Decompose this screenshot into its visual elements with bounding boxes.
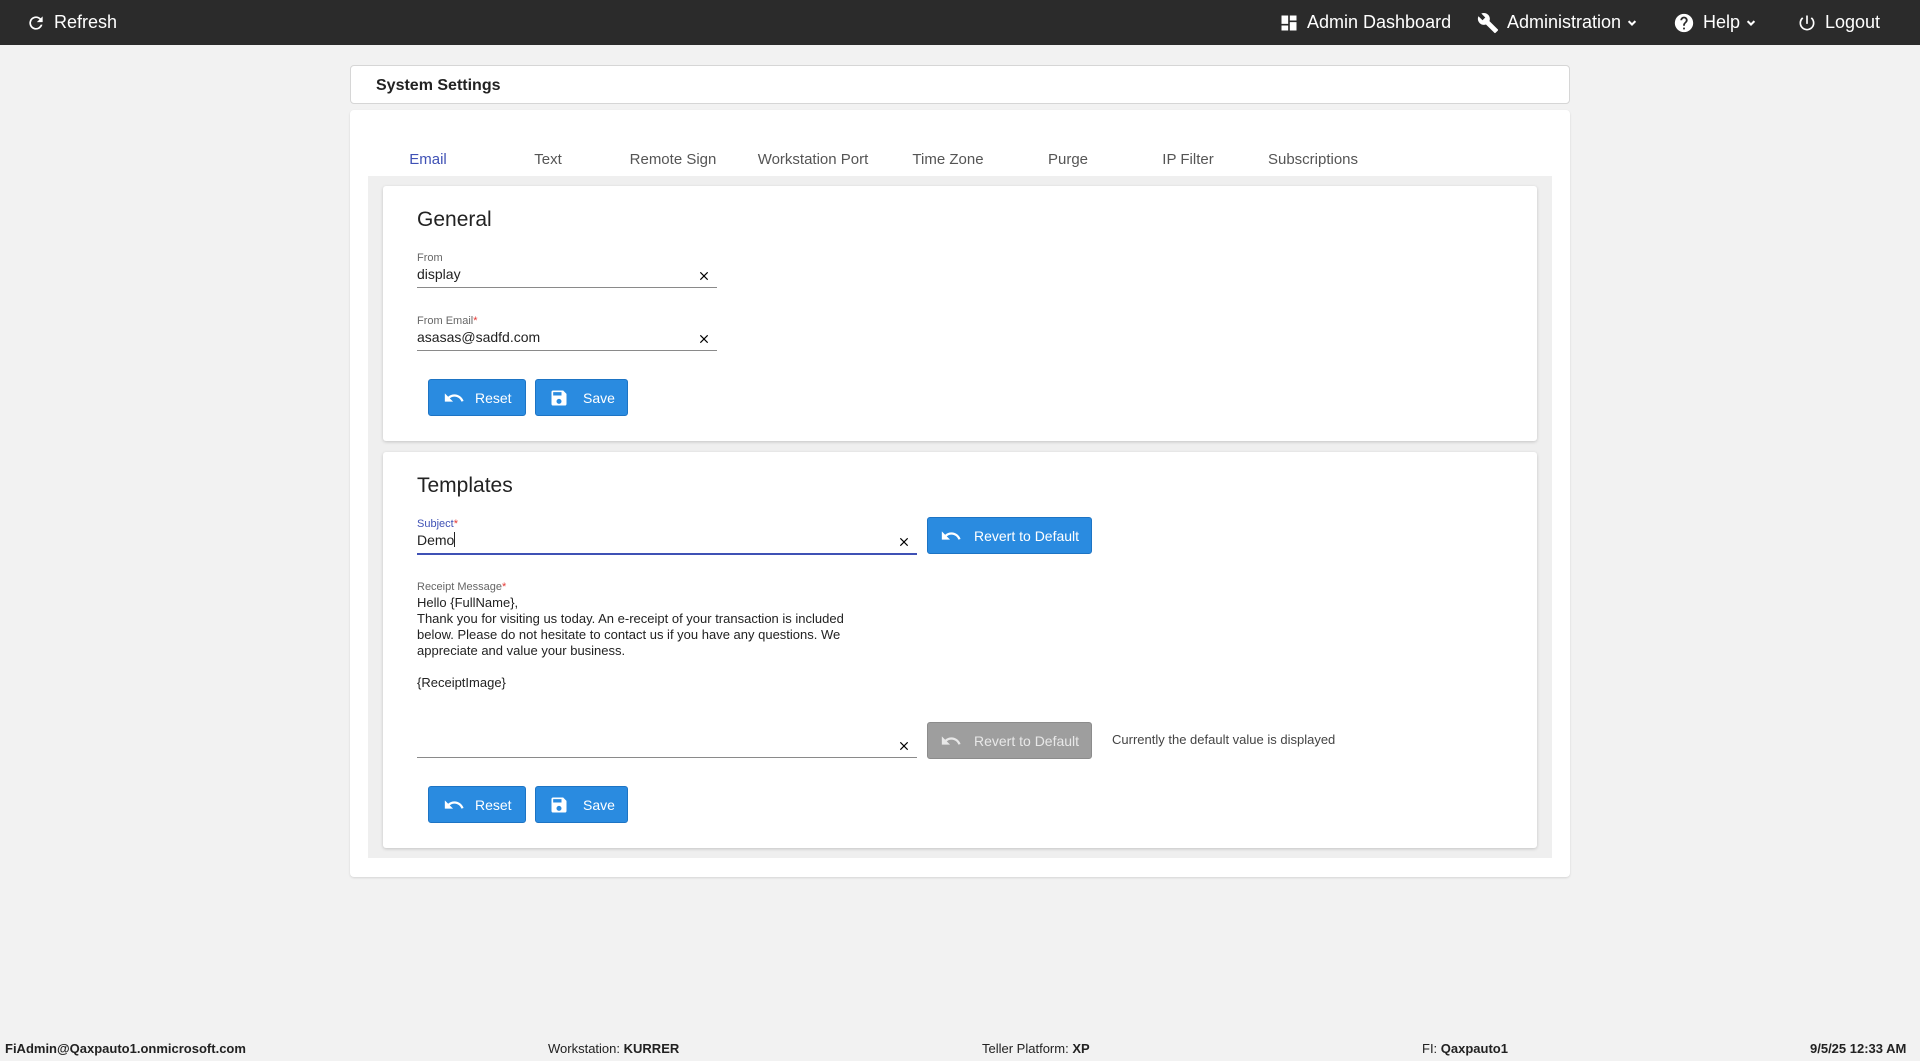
help-icon xyxy=(1674,13,1694,32)
from-email-input[interactable]: asasas@sadfd.com xyxy=(417,329,540,345)
undo-icon xyxy=(941,735,961,745)
templates-save-button[interactable]: Save xyxy=(535,786,628,823)
from-email-label: From Email* xyxy=(417,315,478,327)
templates-section: Templates Subject* Demo Revert to Defaul… xyxy=(383,452,1537,848)
top-navigation-bar: Refresh Admin Dashboard Administration H… xyxy=(0,0,1920,45)
save-icon xyxy=(551,390,567,405)
general-title: General xyxy=(417,208,492,231)
from-email-field[interactable]: From Email* asasas@sadfd.com xyxy=(417,315,717,351)
receipt-message-label: Receipt Message* xyxy=(417,581,507,593)
footer-user: FiAdmin@Qaxpauto1.onmicrosoft.com xyxy=(5,1041,246,1056)
settings-header: System Settings xyxy=(350,65,1570,104)
from-field[interactable]: From display xyxy=(417,252,717,288)
subject-input[interactable]: Demo xyxy=(417,532,456,548)
subject-label: Subject* xyxy=(417,518,458,530)
refresh-icon xyxy=(29,15,43,30)
footer-fi: FI: Qaxpauto1 xyxy=(1422,1041,1508,1056)
clear-icon[interactable] xyxy=(697,269,711,283)
chevron-down-icon xyxy=(1746,19,1756,26)
from-label: From xyxy=(417,252,443,264)
save-icon xyxy=(551,797,567,812)
footer-datetime: 9/5/25 12:33 AM xyxy=(1810,1041,1907,1056)
undo-icon xyxy=(444,392,464,402)
help-menu[interactable]: Help xyxy=(1673,0,1758,45)
administration-label: Administration xyxy=(1507,12,1622,32)
default-value-note: Currently the default value is displayed xyxy=(1112,732,1336,747)
refresh-label: Refresh xyxy=(54,12,118,32)
status-footer: FiAdmin@Qaxpauto1.onmicrosoft.com Workst… xyxy=(0,1035,1920,1061)
clear-icon[interactable] xyxy=(897,535,911,549)
general-save-button[interactable]: Save xyxy=(535,379,628,416)
admin-dashboard-link[interactable]: Admin Dashboard xyxy=(1279,0,1451,45)
chevron-down-icon xyxy=(1627,19,1637,26)
logout-button[interactable]: Logout xyxy=(1797,0,1880,45)
clear-icon[interactable] xyxy=(697,332,711,346)
receipt-message-field[interactable]: Receipt Message* Hello {FullName}, Thank… xyxy=(417,581,917,758)
wrench-icon xyxy=(1477,12,1499,33)
from-input[interactable]: display xyxy=(417,266,461,282)
dashboard-icon xyxy=(1281,15,1297,30)
general-section: General From display From Email* asasas@… xyxy=(383,186,1537,441)
refresh-button[interactable]: Refresh xyxy=(26,0,117,45)
templates-reset-button[interactable]: Reset xyxy=(428,786,526,823)
undo-icon xyxy=(941,530,961,540)
administration-menu[interactable]: Administration xyxy=(1477,0,1639,45)
admin-dashboard-label: Admin Dashboard xyxy=(1307,12,1452,32)
logout-label: Logout xyxy=(1825,12,1881,32)
receipt-revert-button[interactable]: Revert to Default xyxy=(927,722,1092,759)
power-icon xyxy=(1799,15,1815,30)
footer-workstation: Workstation: KURRER xyxy=(548,1041,680,1056)
subject-revert-button[interactable]: Revert to Default xyxy=(927,517,1092,554)
page-title: System Settings xyxy=(376,77,501,94)
receipt-message-textarea[interactable]: Hello {FullName}, Thank you for visiting… xyxy=(417,595,844,691)
undo-icon xyxy=(444,799,464,809)
footer-teller-platform: Teller Platform: XP xyxy=(982,1041,1090,1056)
templates-title: Templates xyxy=(417,474,513,497)
clear-icon[interactable] xyxy=(897,739,911,753)
subject-field[interactable]: Subject* Demo xyxy=(417,518,917,555)
help-label: Help xyxy=(1703,12,1741,32)
general-reset-button[interactable]: Reset xyxy=(428,379,526,416)
